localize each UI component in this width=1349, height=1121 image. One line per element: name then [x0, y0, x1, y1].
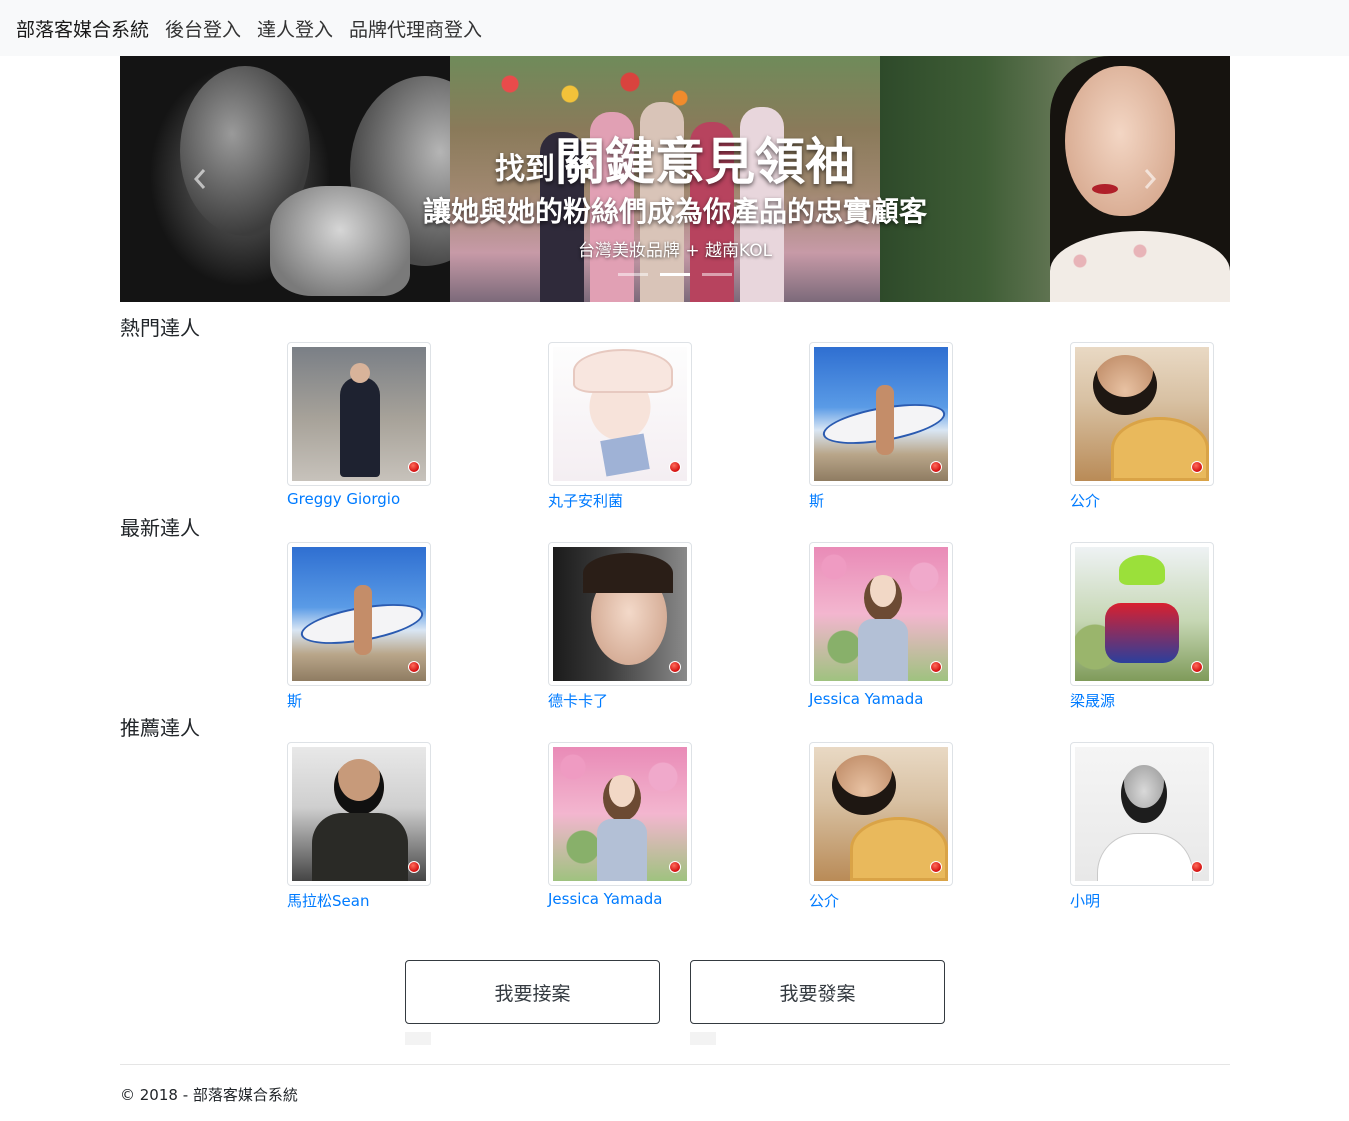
influencer-avatar[interactable] — [548, 342, 692, 486]
nav-influencer-login[interactable]: 達人登入 — [257, 15, 333, 42]
chevron-left-icon — [193, 169, 206, 189]
status-dot-icon — [669, 661, 681, 673]
influencer-name-link[interactable]: Jessica Yamada — [548, 890, 718, 908]
influencer-card: 馬拉松Sean — [287, 742, 457, 911]
influencer-name-link[interactable]: 斯 — [287, 690, 457, 711]
carousel-indicator-3[interactable] — [702, 273, 732, 276]
influencer-card: 德卡卡了 — [548, 542, 718, 711]
influencer-name-link[interactable]: 斯 — [809, 490, 979, 511]
carousel-indicator-1[interactable] — [618, 273, 648, 276]
carousel-next-button[interactable] — [1070, 56, 1230, 302]
footer-copyright: © 2018 - 部落客媒合系統 — [120, 1086, 298, 1104]
influencer-photo — [814, 347, 948, 481]
post-case-button[interactable]: 我要發案 — [690, 960, 945, 1024]
influencer-photo — [292, 747, 426, 881]
influencer-avatar[interactable] — [809, 342, 953, 486]
influencer-photo — [1075, 347, 1209, 481]
influencer-avatar[interactable] — [1070, 542, 1214, 686]
carousel-subtitle: 讓她與她的粉絲們成為你產品的忠實顧客 — [422, 195, 927, 228]
influencer-avatar[interactable] — [548, 742, 692, 886]
top-navbar: 部落客媒合系統 後台登入 達人登入 品牌代理商登入 — [0, 0, 1349, 56]
influencer-card: 公介 — [1070, 342, 1240, 511]
status-dot-icon — [408, 461, 420, 473]
influencer-photo — [292, 347, 426, 481]
influencer-avatar[interactable] — [287, 742, 431, 886]
status-dot-icon — [930, 661, 942, 673]
influencer-card: 公介 — [809, 742, 979, 911]
nav-brand-agent-login[interactable]: 品牌代理商登入 — [349, 15, 482, 42]
influencer-name-link[interactable]: 丸子安利菌 — [548, 490, 718, 511]
influencer-avatar[interactable] — [809, 742, 953, 886]
button-shadow — [690, 1032, 716, 1045]
influencer-name-link[interactable]: 梁晟源 — [1070, 690, 1240, 711]
chevron-right-icon — [1144, 169, 1157, 189]
status-dot-icon — [1191, 661, 1203, 673]
influencer-card: Greggy Giorgio — [287, 342, 457, 508]
take-case-button[interactable]: 我要接案 — [405, 960, 660, 1024]
carousel-indicator-2[interactable] — [660, 273, 690, 276]
carousel-title: 找到關鍵意見領袖 — [120, 122, 1230, 194]
status-dot-icon — [1191, 861, 1203, 873]
influencer-name-link[interactable]: Jessica Yamada — [809, 690, 979, 708]
influencer-card: Jessica Yamada — [809, 542, 979, 708]
status-dot-icon — [408, 861, 420, 873]
influencer-photo — [1075, 547, 1209, 681]
influencer-row-new: 斯德卡卡了 Jessica Yamada 梁晟源 — [287, 542, 1227, 712]
nav-admin-login[interactable]: 後台登入 — [165, 15, 241, 42]
carousel-title-prefix: 找到 — [495, 152, 555, 187]
status-dot-icon — [930, 861, 942, 873]
influencer-name-link[interactable]: 馬拉松Sean — [287, 890, 457, 911]
carousel-title-main: 關鍵意見領袖 — [555, 133, 855, 191]
influencer-name-link[interactable]: Greggy Giorgio — [287, 490, 457, 508]
influencer-photo — [1075, 747, 1209, 881]
carousel-tagline: 台灣美妝品牌 + 越南KOL — [577, 241, 773, 261]
influencer-avatar[interactable] — [1070, 742, 1214, 886]
influencer-row-recommended: 馬拉松Sean Jessica Yamada 公介 小明 — [287, 742, 1227, 912]
influencer-card: 斯 — [809, 342, 979, 511]
influencer-card: 斯 — [287, 542, 457, 711]
section-title-recommended: 推薦達人 — [120, 716, 200, 740]
carousel-prev-button[interactable] — [120, 56, 280, 302]
section-title-hot: 熱門達人 — [120, 316, 200, 340]
status-dot-icon — [408, 661, 420, 673]
influencer-photo — [814, 547, 948, 681]
influencer-card: 梁晟源 — [1070, 542, 1240, 711]
influencer-photo — [553, 747, 687, 881]
influencer-avatar[interactable] — [287, 542, 431, 686]
section-title-new: 最新達人 — [120, 516, 200, 540]
hero-carousel: 找到關鍵意見領袖 讓她與她的粉絲們成為你產品的忠實顧客 台灣美妝品牌 + 越南K… — [120, 56, 1230, 302]
influencer-avatar[interactable] — [809, 542, 953, 686]
influencer-photo — [553, 547, 687, 681]
brand-link[interactable]: 部落客媒合系統 — [16, 15, 149, 42]
influencer-name-link[interactable]: 德卡卡了 — [548, 690, 718, 711]
influencer-avatar[interactable] — [287, 342, 431, 486]
influencer-card: 丸子安利菌 — [548, 342, 718, 511]
influencer-photo — [814, 747, 948, 881]
status-dot-icon — [669, 461, 681, 473]
status-dot-icon — [930, 461, 942, 473]
status-dot-icon — [1191, 461, 1203, 473]
influencer-card: Jessica Yamada — [548, 742, 718, 908]
influencer-row-hot: Greggy Giorgio 丸子安利菌斯公介 — [287, 342, 1227, 512]
influencer-photo — [553, 347, 687, 481]
carousel-indicators — [120, 273, 1230, 276]
button-shadow — [405, 1032, 431, 1045]
influencer-card: 小明 — [1070, 742, 1240, 911]
influencer-name-link[interactable]: 公介 — [809, 890, 979, 911]
influencer-photo — [292, 547, 426, 681]
influencer-name-link[interactable]: 小明 — [1070, 890, 1240, 911]
influencer-name-link[interactable]: 公介 — [1070, 490, 1240, 511]
status-dot-icon — [669, 861, 681, 873]
influencer-avatar[interactable] — [548, 542, 692, 686]
influencer-avatar[interactable] — [1070, 342, 1214, 486]
footer-divider — [120, 1064, 1230, 1065]
